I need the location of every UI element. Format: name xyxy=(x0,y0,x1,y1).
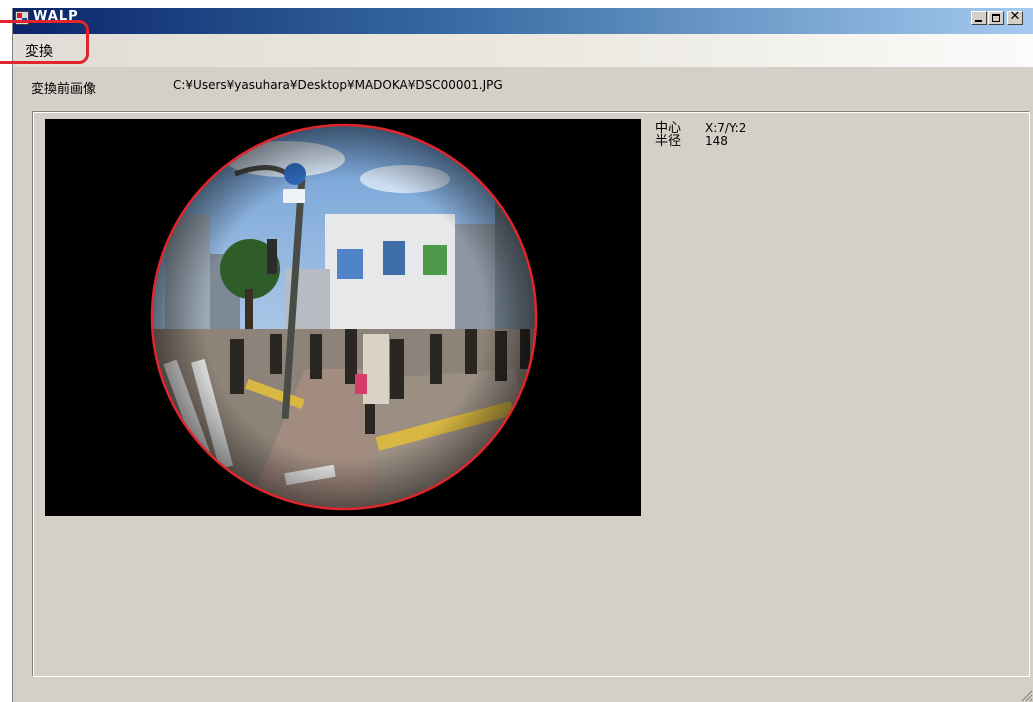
file-path: C:¥Users¥yasuhara¥Desktop¥MADOKA¥DSC0000… xyxy=(173,78,503,92)
radius-label: 半径 xyxy=(655,134,682,149)
minimize-icon xyxy=(975,20,982,22)
image-panel: 中心 X:7/Y:2 半径 148 xyxy=(32,111,1030,677)
maximize-button[interactable] xyxy=(988,11,1004,25)
maximize-icon xyxy=(992,14,1000,22)
radius-value: 148 xyxy=(705,134,728,148)
menu-highlight-annotation xyxy=(0,20,89,64)
title-bar[interactable]: WALP ✕ xyxy=(13,8,1033,34)
source-image-label: 変換前画像 xyxy=(31,82,97,97)
minimize-button[interactable] xyxy=(971,11,987,25)
size-grip-icon[interactable] xyxy=(1019,688,1033,702)
menu-bar: 変換 xyxy=(13,34,1033,67)
fisheye-image-svg xyxy=(45,119,641,516)
fisheye-image xyxy=(45,119,641,516)
app-window: WALP ✕ 変換 変換前画像 C:¥Users¥yasuhara¥Deskto… xyxy=(12,8,1033,702)
close-button[interactable]: ✕ xyxy=(1007,9,1023,25)
close-icon: ✕ xyxy=(1009,9,1021,24)
